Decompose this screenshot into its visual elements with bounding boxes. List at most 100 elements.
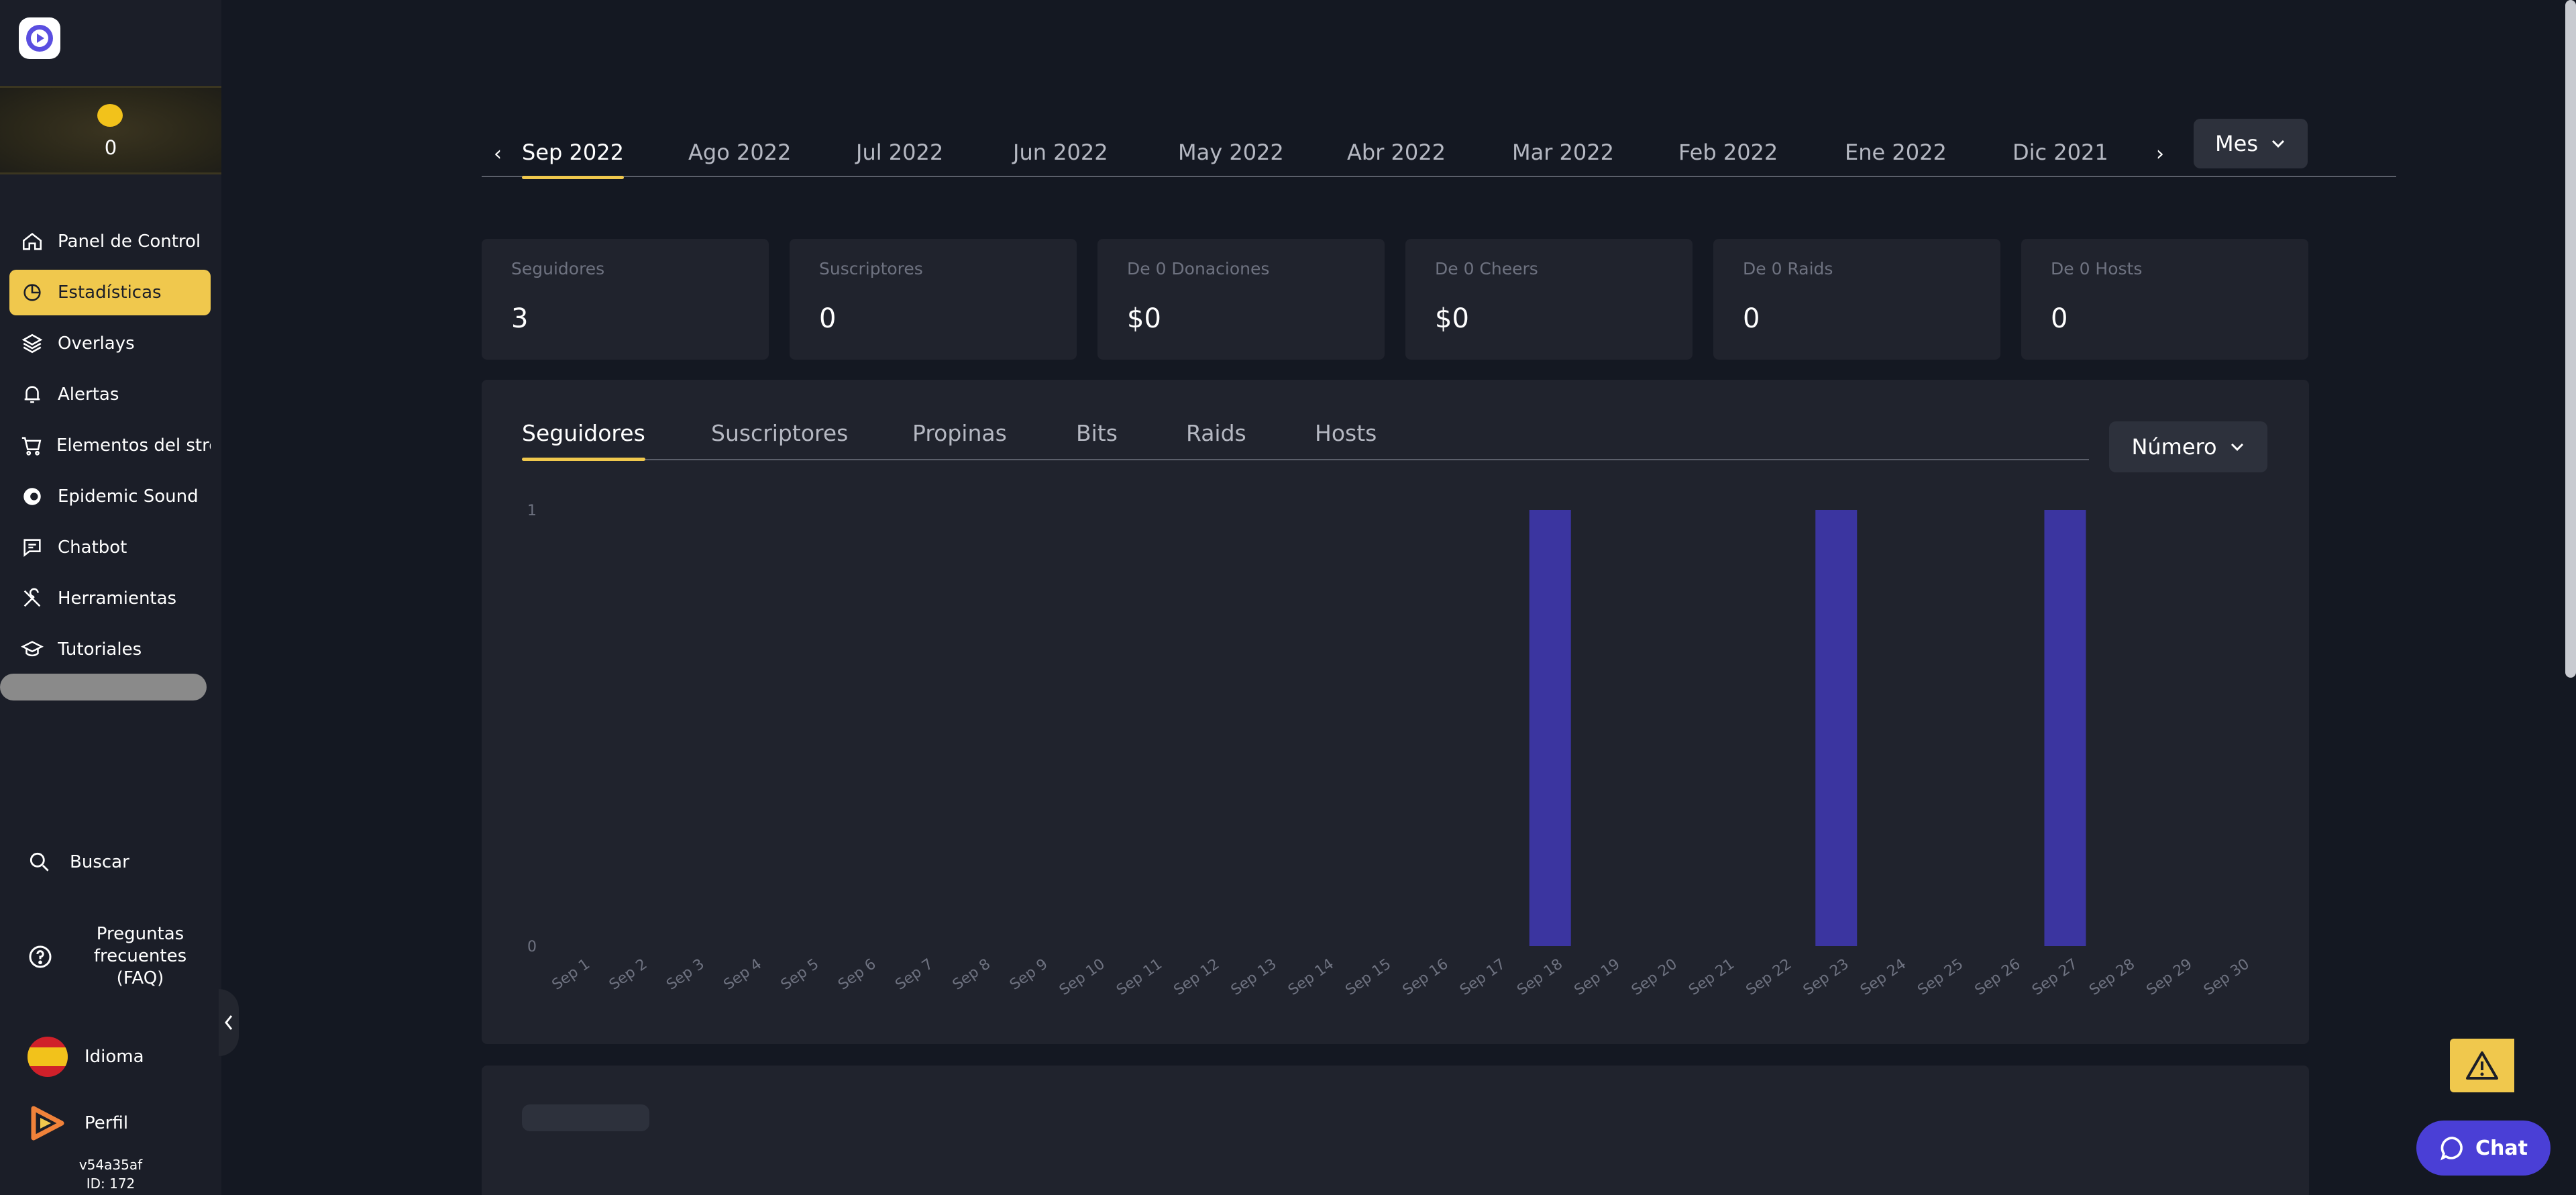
next-months-button[interactable]: › <box>2156 142 2164 166</box>
chart-bar[interactable] <box>1815 510 1858 946</box>
x-tick-label: Sep 16 <box>1400 955 1452 998</box>
stat-title: De 0 Cheers <box>1435 259 1538 278</box>
sidebar-item-overlays[interactable]: Overlays <box>9 321 211 366</box>
coin-count: 0 <box>104 136 117 159</box>
period-select[interactable]: Mes <box>2194 119 2308 168</box>
x-tick-label: Sep 2 <box>606 955 651 993</box>
tab-month-0[interactable]: Sep 2022 <box>522 140 624 179</box>
x-tick-label: Sep 23 <box>1801 955 1852 998</box>
tab-month-8[interactable]: Ene 2022 <box>1845 140 1947 165</box>
x-tick-label: Sep 27 <box>2029 955 2081 998</box>
x-tick-label: Sep 11 <box>1114 955 1165 998</box>
stat-value: 0 <box>1743 303 1760 334</box>
version-text: v54a35af <box>78 1157 143 1173</box>
x-tick-label: Sep 17 <box>1457 955 1509 998</box>
x-tick-label: Sep 24 <box>1858 955 1909 998</box>
y-tick-label: 0 <box>527 939 537 955</box>
sidebar-nav: Panel de Control Estadísticas Overlays A… <box>9 219 221 678</box>
tools-icon <box>20 586 44 611</box>
sidebar-item-estadisticas[interactable]: Estadísticas <box>9 270 211 315</box>
x-tick-label: Sep 18 <box>1514 955 1566 998</box>
graduation-cap-icon <box>20 637 44 662</box>
x-tick-label: Sep 7 <box>892 955 936 993</box>
bottom-panel-tab[interactable] <box>522 1104 649 1131</box>
tab-month-2[interactable]: Jul 2022 <box>856 140 943 165</box>
sidebar-item-label: Tutoriales <box>58 639 142 660</box>
stat-card-cheers: De 0 Cheers $0 <box>1405 239 1693 360</box>
bottom-panel <box>482 1066 2309 1195</box>
language-button[interactable]: Idioma <box>27 1036 144 1078</box>
home-icon <box>20 229 44 254</box>
x-tick-label: Sep 8 <box>950 955 994 993</box>
sidebar-item-elementos-del-stream[interactable]: Elementos del strea <box>9 423 211 468</box>
sidebar-item-label: Elementos del strea <box>56 435 211 456</box>
x-tick-label: Sep 30 <box>2201 955 2253 998</box>
sidebar-item-label: Overlays <box>58 333 135 354</box>
help-icon <box>29 945 52 968</box>
chart-bar[interactable] <box>2044 510 2086 946</box>
x-tick-label: Sep 1 <box>549 955 594 993</box>
tab-month-4[interactable]: May 2022 <box>1178 140 1284 165</box>
x-tick-label: Sep 15 <box>1342 955 1394 998</box>
month-tabs: ‹ Sep 2022 Ago 2022 Jul 2022 Jun 2022 Ma… <box>482 134 2396 179</box>
sidebar-item-epidemic-sound[interactable]: Epidemic Sound <box>9 474 211 519</box>
stat-title: Suscriptores <box>819 259 923 278</box>
page-scrollbar[interactable] <box>2565 0 2576 678</box>
sidebar-scrollbar[interactable] <box>0 674 207 700</box>
stat-value: 0 <box>819 303 837 334</box>
tab-month-6[interactable]: Mar 2022 <box>1512 140 1614 165</box>
x-tick-label: Sep 3 <box>663 955 708 993</box>
profile-button[interactable]: Perfil <box>27 1103 128 1143</box>
chart-bar[interactable] <box>1529 510 1571 946</box>
tab-month-5[interactable]: Abr 2022 <box>1347 140 1446 165</box>
version-info: v54a35af ID: 172 <box>0 1155 221 1193</box>
x-tick-label: Sep 28 <box>2086 955 2138 998</box>
x-tick-label: Sep 14 <box>1285 955 1337 998</box>
chat-button[interactable]: Chat <box>2416 1121 2551 1176</box>
x-tick-label: Sep 29 <box>2144 955 2196 998</box>
faq-button[interactable]: Preguntas frecuentes (FAQ) <box>27 923 215 990</box>
logo[interactable] <box>19 17 60 59</box>
coin-balance: 0 <box>0 86 221 174</box>
x-tick-label: Sep 22 <box>1743 955 1794 998</box>
stat-value: 0 <box>2051 303 2068 334</box>
stat-card-donaciones: De 0 Donaciones $0 <box>1097 239 1385 360</box>
tab-month-7[interactable]: Feb 2022 <box>1678 140 1778 165</box>
tab-month-9[interactable]: Dic 2021 <box>2012 140 2108 165</box>
stat-title: De 0 Donaciones <box>1127 259 1270 278</box>
x-tick-label: Sep 6 <box>835 955 879 993</box>
user-id-text: ID: 172 <box>86 1176 136 1192</box>
sidebar-item-tutoriales[interactable]: Tutoriales <box>9 627 211 672</box>
sidebar-item-herramientas[interactable]: Herramientas <box>9 576 211 621</box>
search-button[interactable]: Buscar <box>27 849 129 875</box>
search-label: Buscar <box>70 852 129 872</box>
chat-icon <box>2440 1137 2463 1161</box>
sidebar-item-label: Alertas <box>58 384 119 405</box>
stat-value: 3 <box>511 303 529 334</box>
main-content: ‹ Sep 2022 Ago 2022 Jul 2022 Jun 2022 Ma… <box>221 0 2576 1195</box>
warning-button[interactable] <box>2450 1039 2514 1092</box>
prev-months-button[interactable]: ‹ <box>494 142 502 166</box>
x-tick-label: Sep 25 <box>1915 955 1966 998</box>
sidebar-item-label: Estadísticas <box>58 282 162 303</box>
profile-avatar-icon <box>31 1106 64 1141</box>
sidebar-item-label: Panel de Control <box>58 231 201 252</box>
stat-card-hosts: De 0 Hosts 0 <box>2021 239 2308 360</box>
x-tick-label: Sep 5 <box>778 955 822 993</box>
coin-icon <box>97 104 123 127</box>
sidebar-item-alertas[interactable]: Alertas <box>9 372 211 417</box>
x-tick-label: Sep 20 <box>1629 955 1680 998</box>
x-tick-label: Sep 12 <box>1171 955 1222 998</box>
tab-month-1[interactable]: Ago 2022 <box>688 140 791 165</box>
x-tick-label: Sep 21 <box>1686 955 1737 998</box>
stat-title: De 0 Raids <box>1743 259 1833 278</box>
sidebar-item-panel-de-control[interactable]: Panel de Control <box>9 219 211 264</box>
sidebar-item-chatbot[interactable]: Chatbot <box>9 525 211 570</box>
stat-card-raids: De 0 Raids 0 <box>1713 239 2000 360</box>
tab-month-3[interactable]: Jun 2022 <box>1013 140 1108 165</box>
x-tick-label: Sep 19 <box>1572 955 1623 998</box>
sidebar-item-label: Chatbot <box>58 537 127 558</box>
sidebar-item-label: Epidemic Sound <box>58 486 199 507</box>
stat-title: De 0 Hosts <box>2051 259 2143 278</box>
chat-label: Chat <box>2475 1136 2528 1160</box>
